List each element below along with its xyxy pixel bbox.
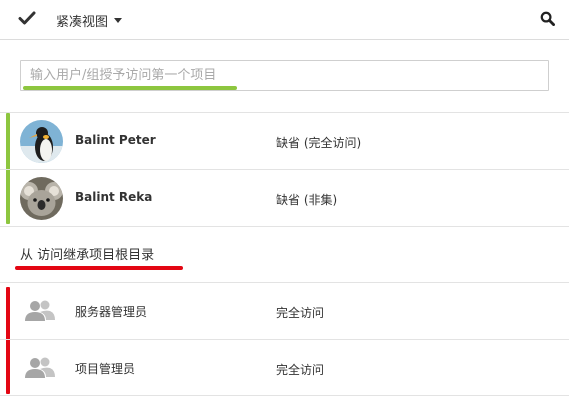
- group-icon: [25, 357, 55, 378]
- search-icon[interactable]: [540, 11, 555, 26]
- green-highlight-underline: [23, 86, 237, 90]
- user-row-balint-peter[interactable]: Balint Peter 缺省 (完全访问): [0, 112, 569, 169]
- user-name: Balint Peter: [75, 133, 156, 147]
- group-row-project-admins[interactable]: 项目管理员 完全访问: [0, 339, 569, 396]
- view-mode-dropdown[interactable]: 紧凑视图: [56, 10, 123, 30]
- access-level: 完全访问: [276, 363, 325, 377]
- red-highlight-underline: [15, 266, 183, 270]
- koala-avatar: [20, 177, 63, 220]
- caret-down-icon: [114, 17, 123, 23]
- user-row-balint-reka[interactable]: Balint Reka 缺省 (非集): [0, 169, 569, 226]
- access-level: 缺省 (完全访问): [276, 136, 362, 150]
- access-level: 完全访问: [276, 306, 325, 320]
- view-mode-label: 紧凑视图: [56, 14, 109, 30]
- check-icon[interactable]: [18, 9, 36, 27]
- group-name: 项目管理员: [75, 362, 136, 376]
- toolbar: 紧凑视图: [0, 0, 569, 40]
- group-row-server-admins[interactable]: 服务器管理员 完全访问: [0, 282, 569, 339]
- access-level: 缺省 (非集): [276, 193, 338, 207]
- group-name: 服务器管理员: [75, 305, 148, 319]
- inherited-heading: 从 访问继承项目根目录: [20, 248, 155, 263]
- penguin-avatar: [20, 120, 63, 163]
- user-name: Balint Reka: [75, 190, 153, 204]
- group-icon: [25, 300, 55, 321]
